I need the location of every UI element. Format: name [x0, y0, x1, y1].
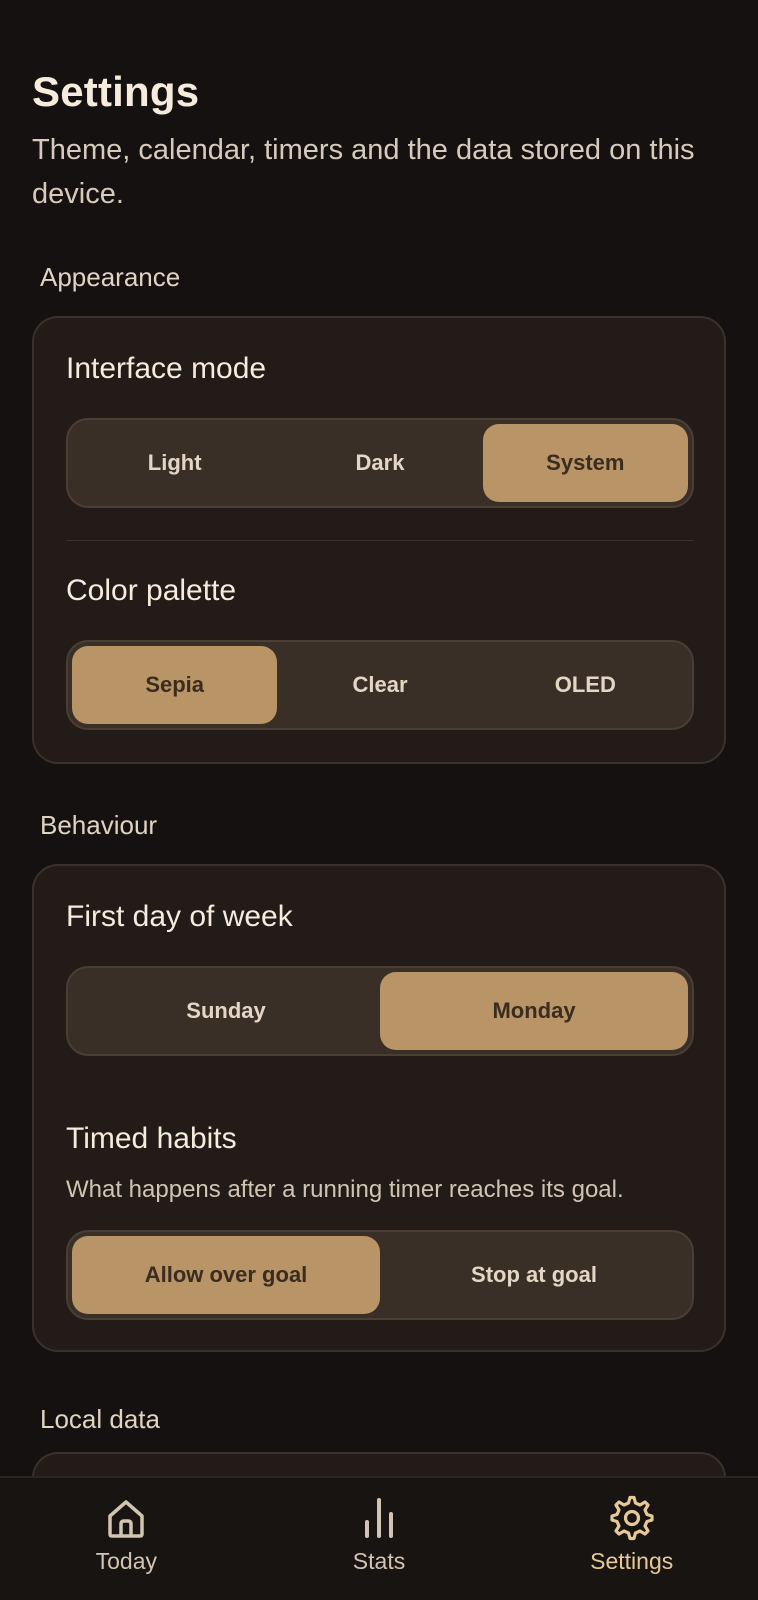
color-palette-sepia[interactable]: Sepia: [72, 646, 278, 724]
page-title: Settings: [32, 68, 200, 115]
color-palette-selector: Sepia Clear OLED: [66, 640, 694, 730]
timed-habits-selector: Allow over goal Stop at goal: [66, 1230, 694, 1320]
nav-label-today: Today: [95, 1548, 158, 1574]
divider: [66, 540, 694, 541]
timed-habits-description: What happens after a running timer reach…: [66, 1176, 624, 1203]
section-label-local-data: Local data: [40, 1404, 160, 1434]
first-day-sunday[interactable]: Sunday: [72, 972, 380, 1050]
first-day-title: First day of week: [66, 900, 293, 933]
behaviour-card: First day of week Sunday Monday Timed ha…: [32, 864, 726, 1352]
nav-label-settings: Settings: [590, 1548, 674, 1574]
page-subtitle: Theme, calendar, timers and the data sto…: [32, 134, 695, 210]
bottom-nav: Today Stats Settings: [0, 1476, 758, 1600]
color-palette-title: Color palette: [66, 574, 237, 607]
gear-icon: [610, 1495, 654, 1541]
interface-mode-selector: Light Dark System: [66, 418, 694, 508]
interface-mode-dark[interactable]: Dark: [277, 424, 482, 502]
interface-mode-system[interactable]: System: [482, 424, 688, 502]
timed-habits-stop-at-goal[interactable]: Stop at goal: [380, 1236, 688, 1314]
color-palette-oled[interactable]: OLED: [483, 646, 688, 724]
color-palette-clear[interactable]: Clear: [277, 646, 482, 724]
appearance-card: Interface mode Light Dark System Color p…: [32, 316, 726, 764]
nav-label-stats: Stats: [352, 1548, 406, 1574]
interface-mode-light[interactable]: Light: [72, 424, 277, 502]
settings-screen: Settings Theme, calendar, timers and the…: [0, 0, 758, 1600]
section-label-appearance: Appearance: [40, 262, 181, 292]
home-icon: [108, 1500, 145, 1538]
nav-item-today[interactable]: Today: [0, 1478, 253, 1600]
interface-mode-title: Interface mode: [66, 352, 267, 385]
section-label-behaviour: Behaviour: [40, 810, 158, 840]
first-day-selector: Sunday Monday: [66, 966, 694, 1056]
timed-habits-title: Timed habits: [66, 1122, 237, 1155]
first-day-monday[interactable]: Monday: [380, 972, 688, 1050]
timed-habits-allow-over-goal[interactable]: Allow over goal: [72, 1236, 380, 1314]
stats-icon: [365, 1498, 393, 1538]
nav-item-stats[interactable]: Stats: [253, 1478, 506, 1600]
nav-item-settings[interactable]: Settings: [505, 1478, 758, 1600]
